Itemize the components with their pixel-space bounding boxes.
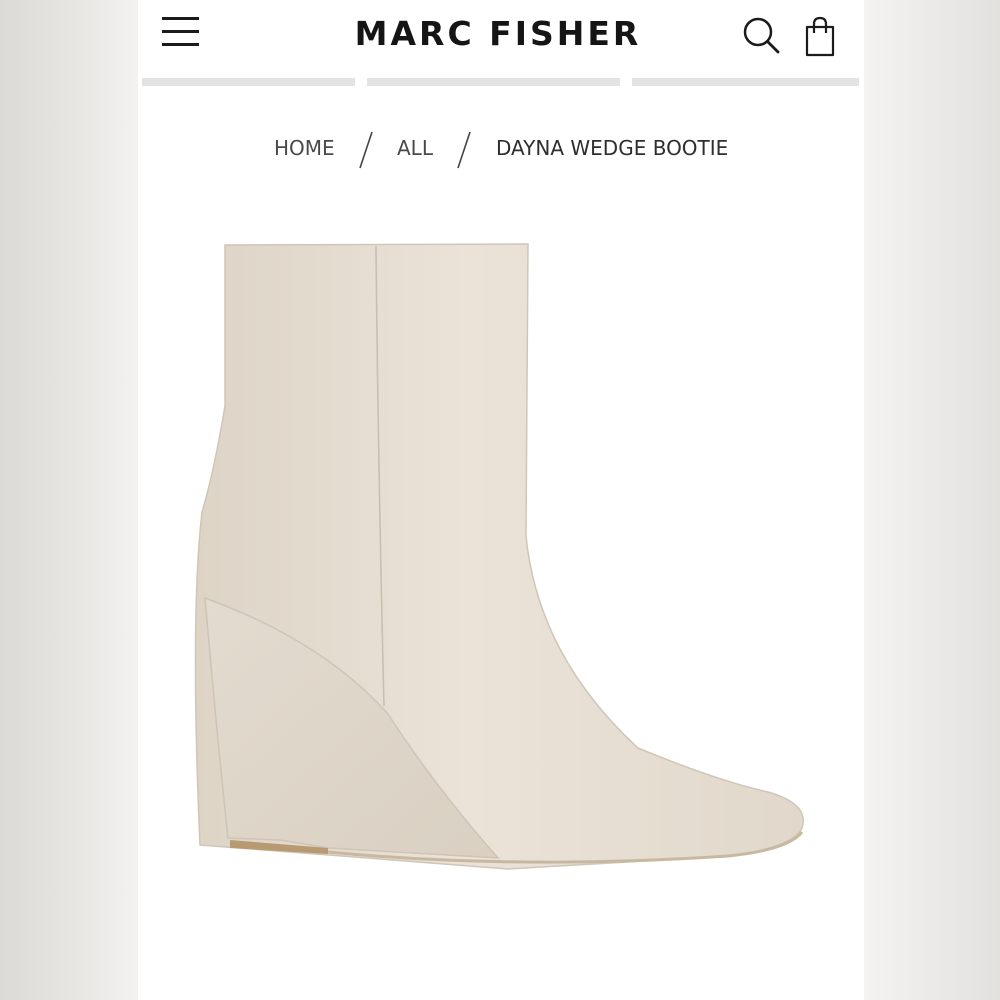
breadcrumb-separator [456, 130, 472, 175]
nav-tab-1[interactable] [142, 78, 355, 86]
breadcrumb-current: DAYNA WEDGE BOOTIE [496, 136, 729, 160]
shopping-bag-icon[interactable] [802, 14, 838, 58]
breadcrumb-home[interactable]: HOME [274, 136, 335, 160]
search-icon[interactable] [740, 14, 784, 58]
left-background-margin [0, 0, 138, 1000]
breadcrumb-all[interactable]: ALL [397, 136, 433, 160]
hamburger-menu-icon[interactable] [160, 14, 202, 50]
breadcrumb-separator [358, 130, 374, 175]
nav-tab-3[interactable] [632, 78, 859, 86]
breadcrumb: HOME ALL DAYNA WEDGE BOOTIE [138, 126, 864, 170]
brand-logo[interactable]: MARC FISHER [308, 14, 688, 53]
product-image[interactable] [188, 236, 828, 876]
nav-tab-2[interactable] [367, 78, 620, 86]
right-background-margin [864, 0, 1000, 1000]
mobile-page: MARC FISHER HOME ALL DAYNA WEDGE BOOTIE [138, 0, 864, 1000]
nav-tab-bar [138, 78, 864, 86]
